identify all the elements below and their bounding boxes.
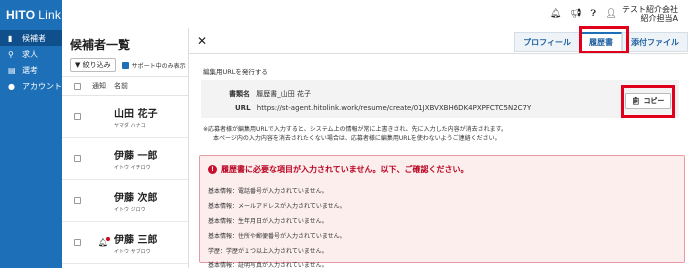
logo-light-text: Link — [38, 8, 62, 22]
side-nav: HITO Link ▮ 候補者 ⚲ 求人 ▤ 選考 ● アカウント — [0, 0, 62, 268]
candidate-name[interactable]: 伊藤 一郎 — [114, 147, 157, 162]
candidate-name[interactable]: 伊藤 次郎 — [114, 189, 157, 204]
alert-icon: ! — [208, 165, 217, 174]
candidate-kana: イトウ イチロウ — [114, 164, 151, 171]
top-header: 🔔︎ 📢︎ ❓︎ 👤︎ テスト紹介会社 紹介担当A — [62, 0, 688, 28]
copy-button-highlight — [621, 85, 675, 118]
candidate-detail-panel: ✕ プロフィール 履歴書 添付ファイル 編集用URLを発行する 書類名 履歴書_… — [188, 26, 688, 268]
user-name: 紹介担当A — [640, 14, 678, 23]
person-icon: ● — [8, 81, 15, 91]
candidate-kana: ヤマダ ハナコ — [114, 122, 146, 129]
error-item: 基本情報：証明写真が入力されていません。 — [208, 262, 328, 268]
url-line: URL https://st-agent.hitolink.work/resum… — [235, 104, 531, 112]
error-title: ! 履歴書に必要な項目が入力されていません。以下、ご確認ください。 — [208, 164, 469, 175]
list-item[interactable]: 伊藤 次郎 イトウ ジロウ — [62, 180, 188, 222]
page-title: 候補者一覧 — [70, 38, 131, 52]
list-item[interactable]: 山田 花子 ヤマダ ハナコ — [62, 96, 188, 138]
divider — [189, 53, 688, 54]
support-only-toggle[interactable]: サポート中のみ表示 — [121, 61, 186, 70]
candidate-kana: イトウ サブロウ — [114, 248, 151, 255]
nav-item-selection[interactable]: ▤ 選考 — [0, 62, 62, 78]
select-all-checkbox[interactable] — [74, 82, 81, 90]
tab-profile[interactable]: プロフィール — [514, 32, 580, 52]
row-checkbox[interactable] — [74, 239, 81, 246]
nav-item-label: 候補者 — [22, 33, 46, 43]
user-menu[interactable]: 👤︎ テスト紹介会社 紹介担当A — [606, 5, 678, 23]
megaphone-icon[interactable]: 📢︎ — [570, 9, 581, 19]
row-checkbox[interactable] — [74, 197, 81, 204]
doc-name-label: 書類名 — [229, 90, 250, 98]
resume-tab-highlight — [579, 26, 629, 54]
support-only-label: サポート中のみ表示 — [131, 62, 186, 70]
list-item[interactable]: 伊藤 一郎 イトウ イチロウ — [62, 138, 188, 180]
notice-text: ※応募者様が編集用URLで入力すると、システム上の情報が常に上書きされ、先に入力… — [203, 126, 507, 133]
search-icon: ⚲ — [8, 49, 14, 59]
column-name: 名前 — [114, 82, 128, 90]
list-header: 通知 名前 — [62, 76, 188, 96]
user-info: テスト紹介会社 紹介担当A — [622, 5, 678, 23]
notice-text: 本ページ内の入力内容を消去されたくない場合は、応募者様に編集用URLを使わないよ… — [213, 135, 501, 142]
edit-url-value[interactable]: https://st-agent.hitolink.work/resume/cr… — [257, 104, 532, 112]
help-icon[interactable]: ❓︎ — [591, 9, 596, 19]
header-icons: 🔔︎ 📢︎ ❓︎ — [550, 9, 596, 19]
filter-button[interactable]: ▼ 絞り込み — [70, 58, 116, 72]
list-item[interactable]: 🔔︎ 伊藤 三郎 イトウ サブロウ — [62, 222, 188, 264]
close-icon[interactable]: ✕ — [197, 34, 207, 48]
candidate-name[interactable]: 山田 花子 — [114, 105, 157, 120]
user-company: テスト紹介会社 — [622, 5, 678, 14]
app-logo[interactable]: HITO Link — [0, 0, 62, 30]
nav-item-candidates[interactable]: ▮ 候補者 — [0, 30, 62, 46]
url-label: URL — [235, 104, 251, 112]
error-item: 基本情報：メールアドレスが入力されていません。 — [208, 203, 346, 210]
list-filters: ▼ 絞り込み サポート中のみ表示 — [62, 56, 188, 72]
filter-icon: ▼ — [75, 61, 81, 69]
row-checkbox[interactable] — [74, 113, 81, 120]
column-notify: 通知 — [92, 82, 106, 90]
error-alert: ! 履歴書に必要な項目が入力されていません。以下、ご確認ください。 基本情報：電… — [199, 155, 685, 268]
nav-item-label: 選考 — [22, 65, 38, 75]
bell-icon[interactable]: 🔔︎ — [550, 9, 561, 19]
document-icon: ▮ — [8, 33, 13, 43]
logo-bold-text: HITO — [6, 8, 36, 22]
error-item: 基本情報：生年月日が入力されていません。 — [208, 218, 328, 225]
error-title-text: 履歴書に必要な項目が入力されていません。以下、ご確認ください。 — [221, 165, 469, 174]
doc-name-line: 書類名 履歴書_山田 花子 — [229, 89, 311, 99]
row-checkbox[interactable] — [74, 155, 81, 162]
nav-item-label: 求人 — [22, 49, 38, 59]
candidate-name[interactable]: 伊藤 三郎 — [114, 231, 157, 246]
nav-item-jobs[interactable]: ⚲ 求人 — [0, 46, 62, 62]
person-icon: 👤︎ — [605, 9, 617, 19]
nav-item-label: アカウント — [22, 81, 62, 91]
section-label: 編集用URLを発行する — [203, 68, 268, 76]
edit-url-box — [201, 80, 679, 118]
doc-name-value: 履歴書_山田 花子 — [256, 90, 311, 98]
error-item: 基本情報：電話番号が入力されていません。 — [208, 188, 328, 195]
bell-icon: 🔔︎ — [97, 237, 111, 247]
error-item: 学歴：学歴が１つ以上入力されていません。 — [208, 248, 328, 255]
nav-item-account[interactable]: ● アカウント — [0, 78, 62, 94]
tab-attachments[interactable]: 添付ファイル — [622, 32, 688, 52]
error-item: 基本情報：住所や郵便番号が入力されていません。 — [208, 233, 346, 240]
candidate-kana: イトウ ジロウ — [114, 206, 146, 213]
clipboard-icon: ▤ — [8, 65, 16, 75]
filter-label: 絞り込み — [82, 61, 111, 69]
support-only-checkbox[interactable] — [121, 61, 129, 69]
candidate-list-panel: 候補者一覧 ▼ 絞り込み サポート中のみ表示 通知 名前 山田 花子 ヤマダ ハ… — [62, 28, 188, 268]
